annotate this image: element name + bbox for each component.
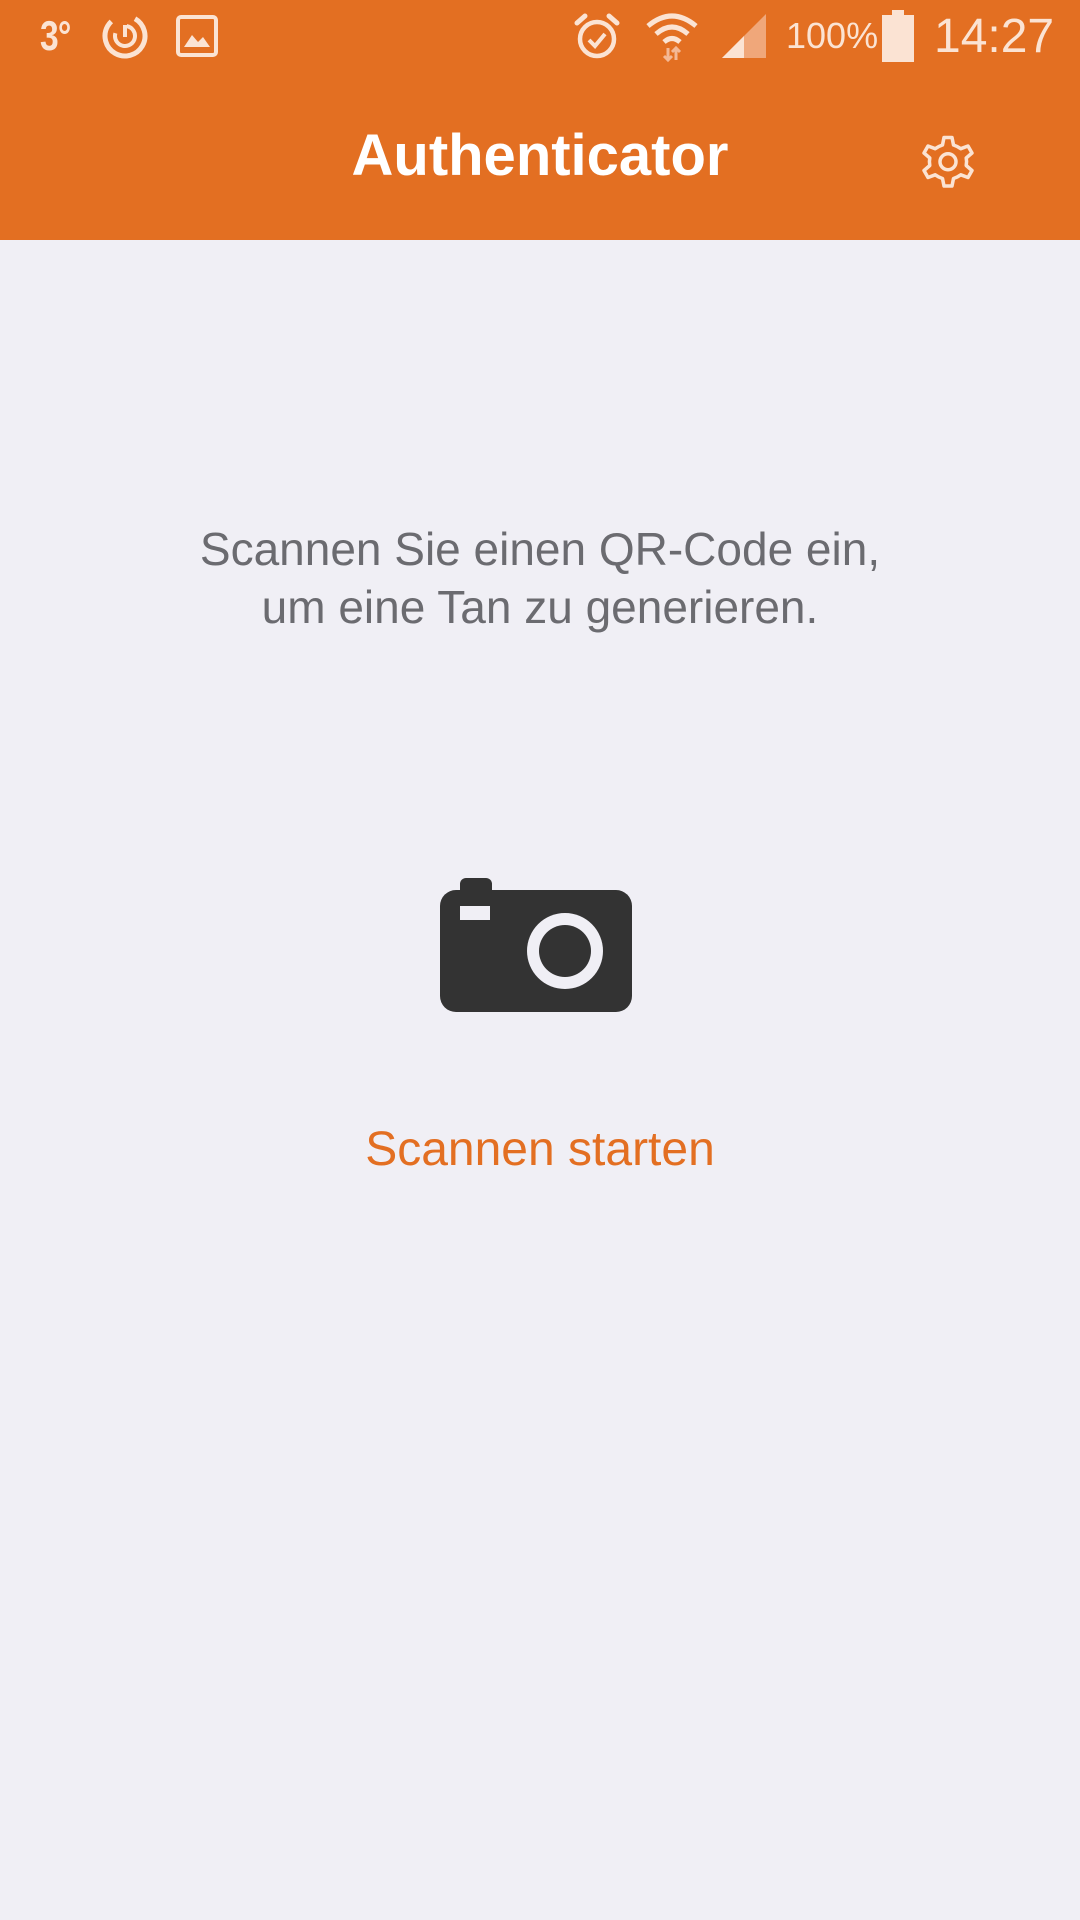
image-icon xyxy=(176,0,218,72)
instruction-line-1: Scannen Sie einen QR-Code ein, xyxy=(199,523,881,575)
gear-icon xyxy=(922,135,974,188)
status-bar: 3° 100% 14:27 xyxy=(0,0,1080,72)
clock: 14:27 xyxy=(934,9,1055,63)
battery-icon xyxy=(882,0,914,72)
settings-button[interactable] xyxy=(900,114,996,210)
sync-icon xyxy=(100,0,150,72)
signal-icon xyxy=(718,0,770,72)
wifi-icon xyxy=(644,0,700,72)
start-scan-button[interactable]: Scannen starten xyxy=(290,1110,790,1190)
battery-percentage: 100% xyxy=(786,15,879,56)
app-bar: Authenticator xyxy=(0,72,1080,240)
instruction-text: Scannen Sie einen QR-Code ein, um eine T… xyxy=(90,520,990,636)
temperature-readout: 3° xyxy=(40,12,71,59)
alarm-icon xyxy=(572,0,622,72)
camera-icon[interactable] xyxy=(438,874,642,1016)
instruction-line-2: um eine Tan zu generieren. xyxy=(261,581,819,633)
